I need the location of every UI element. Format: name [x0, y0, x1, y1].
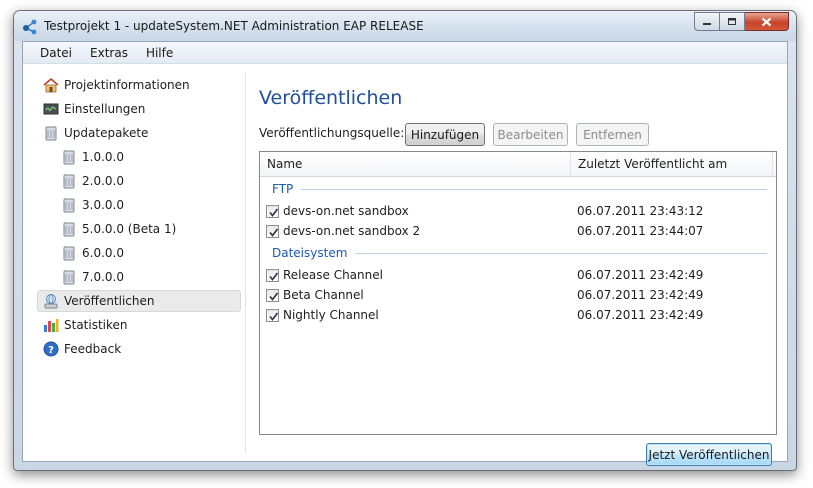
- group-header-dateisystem: Dateisystem: [272, 244, 767, 262]
- sidebar-item-label: 6.0.0.0: [82, 246, 124, 260]
- row-checkbox[interactable]: [266, 289, 279, 302]
- page-title: Veröffentlichen: [259, 87, 403, 109]
- package-icon: [63, 222, 75, 237]
- sidebar-item-einstellungen[interactable]: Einstellungen: [43, 98, 145, 120]
- edit-button[interactable]: Bearbeiten: [493, 123, 568, 146]
- menu-bar: Datei Extras Hilfe: [23, 42, 787, 64]
- row-date: 06.07.2011 23:44:07: [577, 224, 704, 238]
- sidebar-item-version-1000[interactable]: 1.0.0.0: [61, 146, 124, 168]
- list-row[interactable]: Release Channel 06.07.2011 23:42:49: [264, 265, 772, 285]
- row-date: 06.07.2011 23:42:49: [577, 288, 704, 302]
- window-controls: [694, 12, 789, 32]
- row-checkbox[interactable]: [266, 309, 279, 322]
- sidebar-item-feedback[interactable]: ? Feedback: [43, 338, 121, 360]
- sidebar-item-version-6000[interactable]: 6.0.0.0: [61, 242, 124, 264]
- sidebar-item-label: Veröffentlichen: [64, 294, 155, 308]
- sidebar-item-label: Feedback: [64, 342, 122, 356]
- maximize-button[interactable]: [720, 12, 745, 31]
- menu-hilfe[interactable]: Hilfe: [137, 46, 182, 60]
- sidebar-item-version-5000-beta[interactable]: 5.0.0.0 (Beta 1): [61, 218, 176, 240]
- panel-divider: [245, 72, 246, 453]
- sidebar-item-label: 5.0.0.0 (Beta 1): [82, 222, 177, 236]
- row-name: devs-on.net sandbox 2: [283, 224, 421, 238]
- package-icon: [63, 174, 75, 189]
- sidebar-item-label: 3.0.0.0: [82, 198, 124, 212]
- group-divider: [301, 188, 767, 190]
- menu-extras[interactable]: Extras: [81, 46, 137, 60]
- help-icon: ?: [43, 341, 59, 357]
- sidebar-item-version-3000[interactable]: 3.0.0.0: [61, 194, 124, 216]
- column-header-date[interactable]: Zuletzt Veröffentlicht am: [571, 152, 771, 176]
- sidebar-item-label: 7.0.0.0: [82, 270, 124, 284]
- package-icon: [45, 126, 57, 141]
- app-network-icon: [23, 19, 37, 35]
- row-date: 06.07.2011 23:42:49: [577, 268, 704, 282]
- close-icon: [761, 17, 772, 26]
- sidebar-item-updatepakete[interactable]: Updatepakete: [43, 122, 148, 144]
- checkmark-icon: [269, 312, 279, 321]
- sidebar-item-label: 2.0.0.0: [82, 174, 124, 188]
- sidebar-item-veroeffentlichen[interactable]: Veröffentlichen: [37, 290, 241, 312]
- app-window: Testprojekt 1 - updateSystem.NET Adminis…: [13, 10, 797, 471]
- row-name: Beta Channel: [283, 288, 364, 302]
- sidebar-item-statistiken[interactable]: Statistiken: [43, 314, 128, 336]
- publish-sources-list[interactable]: Name Zuletzt Veröffentlicht am FTP devs-…: [259, 151, 777, 435]
- package-icon: [63, 246, 75, 261]
- sidebar-item-version-2000[interactable]: 2.0.0.0: [61, 170, 124, 192]
- maximize-icon: [728, 18, 736, 25]
- list-row[interactable]: devs-on.net sandbox 06.07.2011 23:43:12: [264, 201, 772, 221]
- checkmark-icon: [269, 208, 279, 217]
- svg-text:?: ?: [48, 345, 54, 356]
- row-name: devs-on.net sandbox: [283, 204, 409, 218]
- row-name: Release Channel: [283, 268, 383, 282]
- row-date: 06.07.2011 23:43:12: [577, 204, 704, 218]
- minimize-button[interactable]: [694, 12, 720, 31]
- sidebar-item-label: Statistiken: [64, 318, 128, 332]
- column-separator[interactable]: [772, 152, 773, 176]
- minimize-icon: [703, 22, 711, 25]
- sidebar-item-label: Einstellungen: [64, 102, 146, 116]
- package-icon: [63, 198, 75, 213]
- row-name: Nightly Channel: [283, 308, 379, 322]
- sidebar-item-label: Projektinformationen: [64, 78, 190, 92]
- package-icon: [63, 270, 75, 285]
- sidebar-item-label: Updatepakete: [64, 126, 149, 140]
- window-title: Testprojekt 1 - updateSystem.NET Adminis…: [44, 19, 424, 33]
- title-bar[interactable]: Testprojekt 1 - updateSystem.NET Adminis…: [14, 11, 796, 41]
- checkmark-icon: [269, 272, 279, 281]
- list-header: Name Zuletzt Veröffentlicht am: [260, 152, 776, 177]
- remove-button[interactable]: Entfernen: [576, 123, 649, 146]
- settings-panel-icon: [43, 103, 59, 115]
- row-checkbox[interactable]: [266, 269, 279, 282]
- publish-icon: [44, 294, 58, 309]
- list-row[interactable]: Nightly Channel 06.07.2011 23:42:49: [264, 305, 772, 325]
- group-label: Dateisystem: [272, 246, 348, 260]
- group-label: FTP: [272, 182, 294, 196]
- row-checkbox[interactable]: [266, 205, 279, 218]
- checkmark-icon: [269, 228, 279, 237]
- sidebar-item-version-7000[interactable]: 7.0.0.0: [61, 266, 124, 288]
- main-panel: Veröffentlichen Veröffentlichungsquelle:…: [259, 65, 787, 466]
- group-divider: [355, 252, 767, 254]
- list-row[interactable]: Beta Channel 06.07.2011 23:42:49: [264, 285, 772, 305]
- group-header-ftp: FTP: [272, 180, 767, 198]
- sidebar-item-projektinformationen[interactable]: Projektinformationen: [43, 74, 190, 96]
- list-row[interactable]: devs-on.net sandbox 2 06.07.2011 23:44:0…: [264, 221, 772, 241]
- row-date: 06.07.2011 23:42:49: [577, 308, 704, 322]
- menu-datei[interactable]: Datei: [31, 46, 81, 60]
- publish-now-button[interactable]: Jetzt Veröffentlichen: [646, 443, 772, 466]
- add-button[interactable]: Hinzufügen: [405, 123, 485, 146]
- source-label: Veröffentlichungsquelle:: [259, 126, 405, 140]
- column-header-name[interactable]: Name: [260, 152, 570, 176]
- house-icon: [43, 77, 59, 93]
- row-checkbox[interactable]: [266, 225, 279, 238]
- checkmark-icon: [269, 292, 279, 301]
- package-icon: [63, 150, 75, 165]
- sidebar-nav: Projektinformationen Einstellungen Updat…: [23, 65, 245, 461]
- client-area: Datei Extras Hilfe Projektinformationen …: [22, 41, 788, 466]
- bar-chart-icon: [44, 319, 59, 332]
- sidebar-item-label: 1.0.0.0: [82, 150, 124, 164]
- close-button[interactable]: [745, 12, 789, 31]
